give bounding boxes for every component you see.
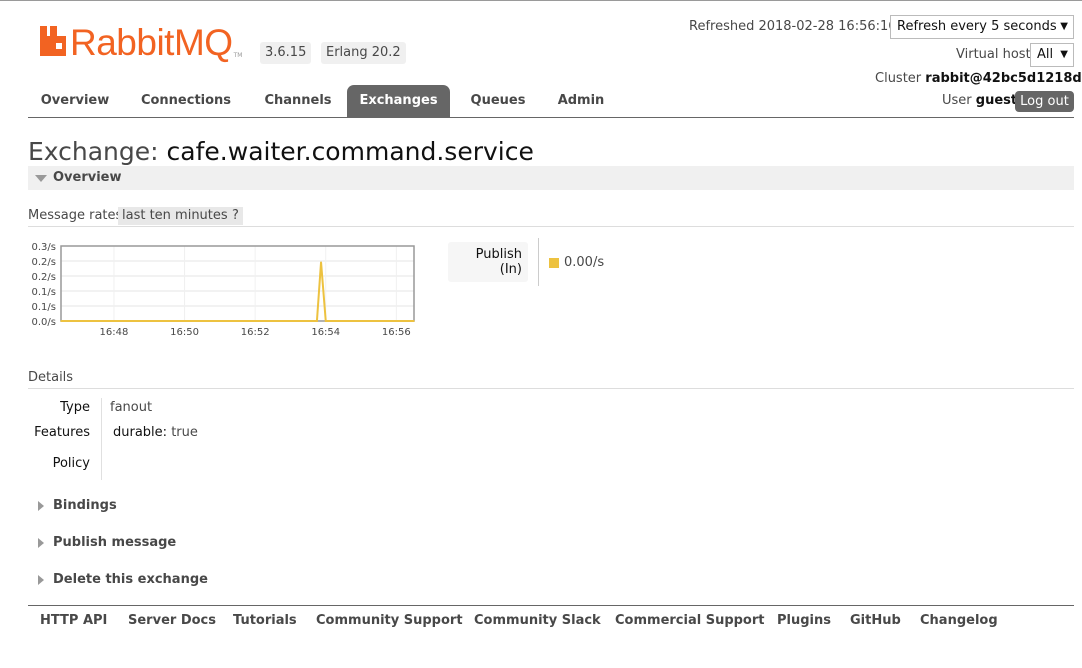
- footer-link-changelog[interactable]: Changelog: [920, 613, 998, 628]
- footer-link-community-slack[interactable]: Community Slack: [474, 613, 601, 628]
- features-key: durable:: [113, 425, 168, 440]
- refresh-interval-value: Refresh every 5 seconds: [897, 19, 1057, 34]
- features-value: durable: true: [113, 425, 198, 440]
- chevron-down-icon: ▼: [1060, 21, 1068, 32]
- footer-link-server-docs[interactable]: Server Docs: [128, 613, 216, 628]
- footer-link-plugins[interactable]: Plugins: [777, 613, 831, 628]
- virtual-host-value: All: [1037, 47, 1054, 62]
- logo-text: RabbitMQ: [70, 22, 233, 63]
- chart-y-tick-label: 0.2/s: [32, 272, 56, 283]
- chart-x-tick-label: 16:48: [100, 327, 129, 338]
- page-title-prefix: Exchange:: [28, 137, 159, 166]
- chart-data-point: [316, 320, 318, 322]
- chart-y-tick-label: 0.3/s: [32, 242, 56, 253]
- help-tag[interactable]: ?: [228, 207, 243, 225]
- type-label: Type: [60, 400, 90, 415]
- delete-exchange-section-label: Delete this exchange: [53, 572, 208, 587]
- footer-link-http-api[interactable]: HTTP API: [40, 613, 107, 628]
- logout-button[interactable]: Log out: [1015, 91, 1074, 112]
- publish-message-section-toggle[interactable]: Publish message: [38, 535, 176, 550]
- tab-divider: [28, 117, 1074, 118]
- publish-message-section-label: Publish message: [53, 535, 177, 550]
- details-column-divider: [101, 398, 102, 480]
- chart-data-point: [413, 320, 415, 322]
- virtual-host-label: Virtual host: [956, 47, 1031, 62]
- triangle-right-icon: [38, 538, 44, 548]
- publish-color-swatch: [549, 258, 559, 268]
- chevron-down-icon: ▼: [1060, 49, 1068, 60]
- chart-x-tick-label: 16:56: [382, 327, 411, 338]
- chart-data-point: [324, 320, 327, 322]
- legend-divider: [538, 238, 539, 286]
- message-rates-label: Message rates: [28, 208, 123, 223]
- footer-divider: [28, 605, 1074, 606]
- page-title: Exchange: cafe.waiter.command.service: [28, 137, 534, 167]
- features-durable-value: true: [171, 425, 198, 440]
- publish-in-legend: Publish (In): [448, 242, 528, 282]
- tab-queues[interactable]: Queues: [457, 85, 539, 117]
- refreshed-timestamp: Refreshed 2018-02-28 16:56:16: [689, 19, 897, 34]
- user-label: User: [942, 93, 972, 108]
- triangle-right-icon: [38, 501, 44, 511]
- overview-section-label: Overview: [53, 170, 122, 185]
- triangle-down-icon: [35, 175, 47, 182]
- publish-in-label: (In): [499, 262, 522, 277]
- bindings-section-label: Bindings: [53, 498, 117, 513]
- footer-link-tutorials[interactable]: Tutorials: [233, 613, 297, 628]
- publish-label: Publish: [475, 247, 522, 262]
- refresh-interval-select[interactable]: Refresh every 5 seconds ▼: [890, 15, 1074, 39]
- message-rates-divider: [28, 226, 1074, 227]
- virtual-host-select[interactable]: All ▼: [1030, 43, 1074, 67]
- footer-link-commercial-support[interactable]: Commercial Support: [615, 613, 765, 628]
- cluster-label: Cluster: [875, 71, 922, 86]
- chart-y-tick-label: 0.1/s: [32, 287, 56, 298]
- chart-x-tick-label: 16:52: [241, 327, 270, 338]
- publish-rate-value: 0.00/s: [564, 255, 605, 270]
- footer-link-github[interactable]: GitHub: [850, 613, 901, 628]
- cluster-info: Cluster rabbit@42bc5d1218d6: [875, 71, 1082, 86]
- type-value: fanout: [110, 400, 153, 415]
- overview-section-toggle[interactable]: Overview: [28, 166, 1074, 190]
- chart-y-tick-label: 0.1/s: [32, 302, 56, 313]
- chart-data-point: [60, 320, 62, 322]
- tab-connections[interactable]: Connections: [131, 85, 241, 117]
- details-divider: [28, 388, 1074, 389]
- tab-channels[interactable]: Channels: [251, 85, 345, 117]
- chart-y-tick-label: 0.0/s: [32, 317, 56, 328]
- top-border: [0, 0, 1082, 1]
- details-label: Details: [28, 370, 74, 385]
- cluster-name: rabbit@42bc5d1218d6: [925, 71, 1082, 86]
- chart-data-point: [320, 261, 322, 263]
- rabbit-logo-icon: [40, 26, 66, 56]
- user-info: User guest: [942, 93, 1017, 108]
- rate-range-tag[interactable]: last ten minutes: [118, 207, 232, 225]
- exchange-name: cafe.waiter.command.service: [166, 137, 534, 166]
- logo-trademark: TM: [233, 52, 243, 59]
- version-badge: 3.6.15: [260, 42, 312, 64]
- message-rates-chart: 0.0/s 0.1/s 0.1/s 0.2/s 0.2/s 0.3/s 16:48 16:50…: [32, 242, 415, 338]
- rabbitmq-logo[interactable]: RabbitMQ TM: [38, 24, 242, 64]
- erlang-badge: Erlang 20.2: [321, 42, 406, 64]
- triangle-right-icon: [38, 575, 44, 585]
- tab-admin[interactable]: Admin: [546, 85, 616, 117]
- footer-link-community-support[interactable]: Community Support: [316, 613, 463, 628]
- chart-x-tick-label: 16:50: [170, 327, 199, 338]
- policy-label: Policy: [52, 456, 90, 471]
- user-name: guest: [975, 93, 1018, 108]
- chart-y-tick-label: 0.2/s: [32, 257, 56, 268]
- tab-overview[interactable]: Overview: [28, 85, 122, 117]
- delete-exchange-section-toggle[interactable]: Delete this exchange: [38, 572, 208, 587]
- features-label: Features: [34, 425, 90, 440]
- tab-exchanges[interactable]: Exchanges: [347, 85, 450, 117]
- bindings-section-toggle[interactable]: Bindings: [38, 498, 117, 513]
- chart-x-tick-label: 16:54: [311, 327, 340, 338]
